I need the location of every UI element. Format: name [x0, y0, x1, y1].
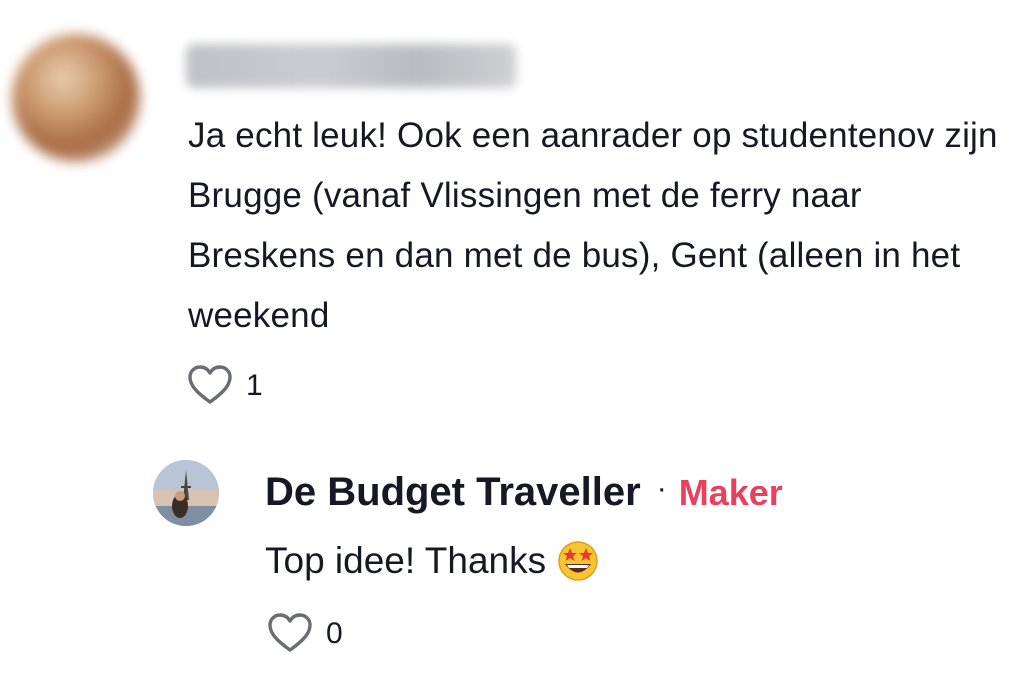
avatar-photo — [153, 460, 219, 526]
reply-avatar[interactable] — [153, 460, 219, 526]
comment-text: Ja echt leuk! Ook een aanrader op studen… — [188, 116, 998, 335]
commenter-username-blurred[interactable] — [186, 44, 516, 88]
reply-text-content: Top idee! Thanks — [265, 540, 547, 581]
reply-like-button[interactable]: 0 — [266, 610, 343, 658]
comment-like-button[interactable]: 1 — [186, 362, 263, 410]
commenter-avatar[interactable] — [12, 34, 140, 162]
separator-dot: · — [656, 471, 667, 505]
maker-badge: Maker — [678, 471, 783, 513]
reply-header: De Budget Traveller · Maker — [265, 470, 783, 515]
reply-like-count: 0 — [326, 617, 343, 650]
heart-outline-icon — [268, 613, 312, 652]
reply-text: Top idee! Thanks — [265, 533, 600, 589]
heart-outline-icon — [188, 365, 232, 404]
star-struck-emoji-icon — [558, 541, 598, 581]
reply-username[interactable]: De Budget Traveller — [265, 470, 641, 515]
comment-like-count: 1 — [246, 369, 263, 402]
